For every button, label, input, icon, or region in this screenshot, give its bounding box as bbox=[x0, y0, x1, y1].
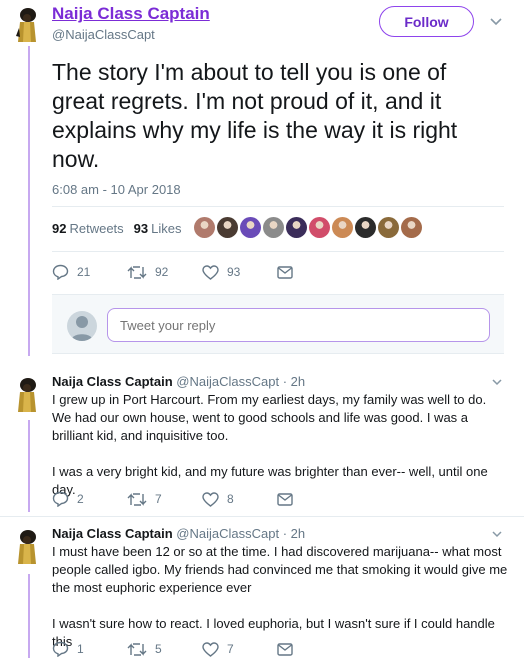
caret-down-icon[interactable] bbox=[491, 376, 503, 388]
liker-avatar-icon[interactable] bbox=[332, 217, 353, 238]
like-action[interactable]: 8 bbox=[202, 491, 277, 507]
tweet-text: I must have been 12 or so at the time. I… bbox=[52, 543, 508, 651]
liker-avatar-icon[interactable] bbox=[378, 217, 399, 238]
author-name[interactable]: Naija Class Captain bbox=[52, 4, 210, 24]
likes-stat[interactable]: 93 Likes bbox=[134, 221, 182, 236]
like-action[interactable]: 7 bbox=[202, 641, 277, 657]
tweet-header: Naija Class Captain @NaijaClassCapt · 2h bbox=[52, 526, 305, 541]
retweet-action[interactable]: 5 bbox=[127, 642, 202, 657]
retweet-action[interactable]: 92 bbox=[127, 265, 202, 280]
liker-avatar-icon[interactable] bbox=[401, 217, 422, 238]
author-handle[interactable]: @NaijaClassCapt bbox=[176, 526, 279, 541]
reply-action[interactable]: 2 bbox=[52, 491, 127, 507]
retweet-icon bbox=[127, 492, 147, 506]
tweet-text: I grew up in Port Harcourt. From my earl… bbox=[52, 391, 508, 499]
direct-message-icon bbox=[277, 642, 293, 656]
reply-input[interactable] bbox=[107, 308, 490, 342]
direct-message-icon bbox=[277, 492, 293, 506]
tweet-time[interactable]: · 2h bbox=[283, 374, 305, 389]
caret-down-icon[interactable] bbox=[491, 528, 503, 540]
user-avatar-icon bbox=[67, 311, 97, 341]
tweet-paragraph: I must have been 12 or so at the time. I… bbox=[52, 544, 508, 595]
tweet-time[interactable]: · 2h bbox=[283, 526, 305, 541]
reply-icon bbox=[52, 264, 69, 280]
liker-avatar-icon[interactable] bbox=[217, 217, 238, 238]
author-name[interactable]: Naija Class Captain bbox=[52, 526, 173, 541]
like-action[interactable]: 93 bbox=[202, 264, 277, 280]
liker-avatar-icon[interactable] bbox=[263, 217, 284, 238]
liker-avatars bbox=[194, 217, 422, 238]
author-name[interactable]: Naija Class Captain bbox=[52, 374, 173, 389]
dm-action[interactable] bbox=[277, 492, 293, 506]
tweet-paragraph: I grew up in Port Harcourt. From my earl… bbox=[52, 392, 487, 443]
divider bbox=[0, 516, 524, 517]
reply-action[interactable]: 1 bbox=[52, 641, 127, 657]
direct-message-icon bbox=[277, 265, 293, 279]
retweet-action[interactable]: 7 bbox=[127, 492, 202, 507]
tweet-stats: 92 Retweets 93 Likes bbox=[52, 221, 182, 236]
like-icon bbox=[202, 264, 219, 280]
tweet-actions: 1 5 7 bbox=[52, 641, 293, 657]
liker-avatar-icon[interactable] bbox=[240, 217, 261, 238]
tweet-actions: 21 92 93 bbox=[52, 264, 293, 280]
author-avatar-icon[interactable] bbox=[12, 528, 42, 564]
like-icon bbox=[202, 641, 219, 657]
thread-line bbox=[28, 46, 30, 356]
reply-icon bbox=[52, 641, 69, 657]
reply-action[interactable]: 21 bbox=[52, 264, 127, 280]
author-avatar-icon[interactable] bbox=[12, 376, 42, 412]
tweet-timestamp[interactable]: 6:08 am - 10 Apr 2018 bbox=[52, 182, 181, 197]
liker-avatar-icon[interactable] bbox=[355, 217, 376, 238]
liker-avatar-icon[interactable] bbox=[309, 217, 330, 238]
divider bbox=[52, 251, 504, 252]
author-handle[interactable]: @NaijaClassCapt bbox=[176, 374, 279, 389]
follow-button[interactable]: Follow bbox=[379, 6, 474, 37]
tweet-text: The story I'm about to tell you is one o… bbox=[52, 59, 458, 172]
author-handle[interactable]: @NaijaClassCapt bbox=[52, 27, 155, 42]
retweets-stat[interactable]: 92 Retweets bbox=[52, 221, 124, 236]
dm-action[interactable] bbox=[277, 642, 293, 656]
like-icon bbox=[202, 491, 219, 507]
divider bbox=[52, 206, 504, 207]
liker-avatar-icon[interactable] bbox=[194, 217, 215, 238]
author-avatar-icon[interactable] bbox=[12, 6, 42, 42]
tweet-actions: 2 7 8 bbox=[52, 491, 293, 507]
reply-composer bbox=[52, 294, 504, 354]
reply-icon bbox=[52, 491, 69, 507]
thread-line bbox=[28, 574, 30, 658]
dm-action[interactable] bbox=[277, 265, 293, 279]
thread-line bbox=[28, 420, 30, 512]
tweet-header: Naija Class Captain @NaijaClassCapt · 2h bbox=[52, 374, 305, 389]
caret-down-icon[interactable] bbox=[489, 14, 503, 28]
liker-avatar-icon[interactable] bbox=[286, 217, 307, 238]
retweet-icon bbox=[127, 642, 147, 656]
retweet-icon bbox=[127, 265, 147, 279]
